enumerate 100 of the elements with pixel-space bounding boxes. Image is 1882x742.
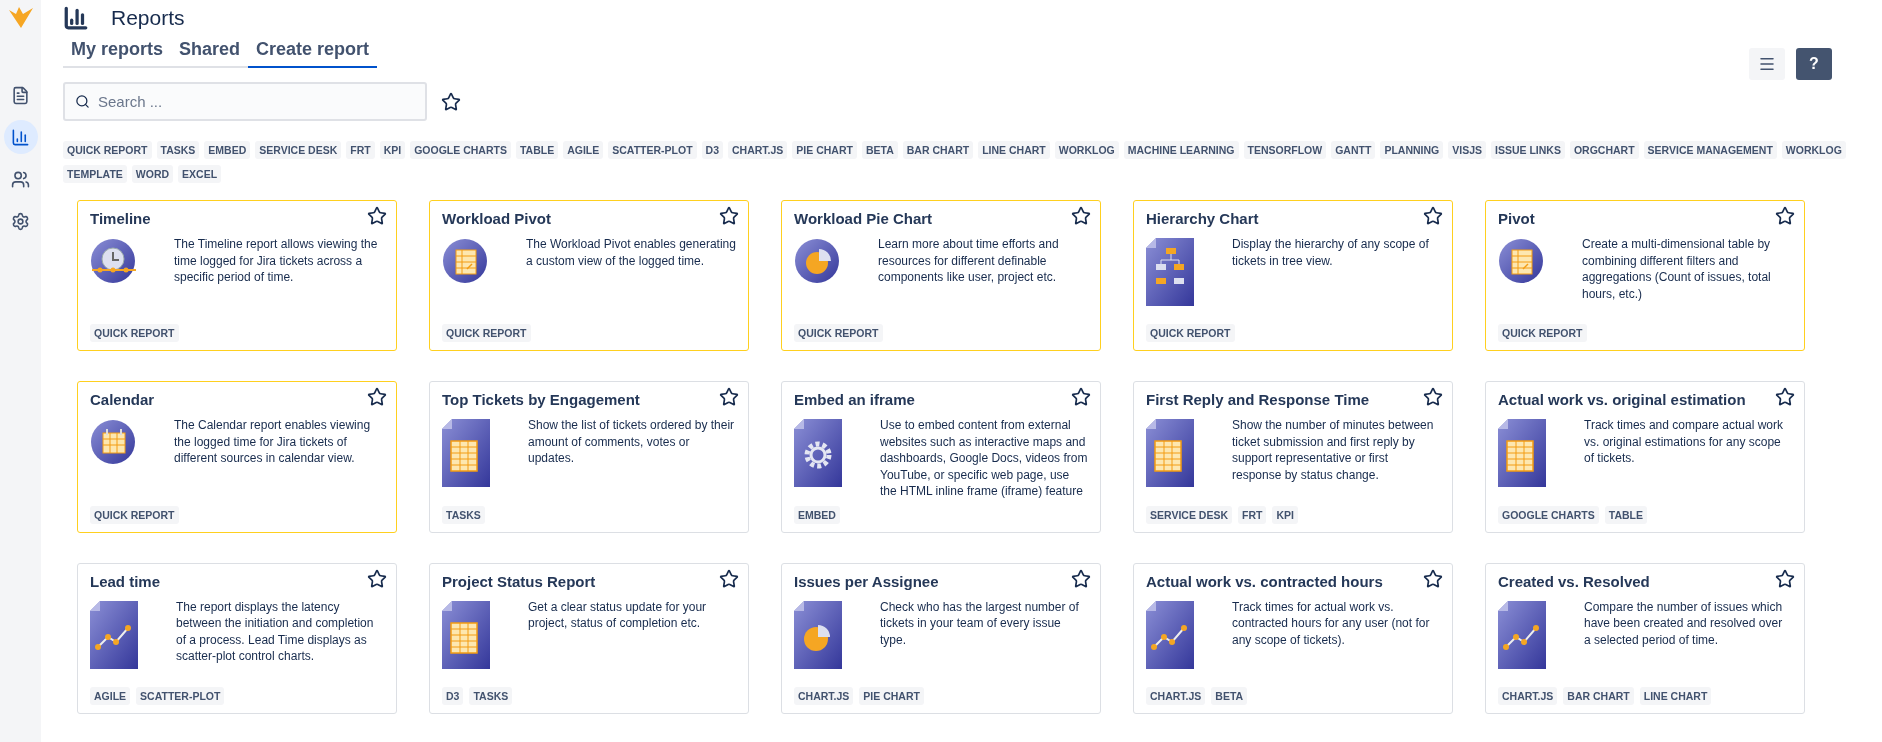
card-description: Create a multi-dimensional table by combining different filters and aggregations (Count of issues, total hours, etc.) — [1581, 236, 1772, 302]
card-description: Track times for actual work vs. contracted hours for any user (not for any scope of tickets). — [1231, 598, 1431, 649]
report-card[interactable]: Timeline The Timeline report allows viewing the time logged for Jira tickets across a specific period of time. QUICK REPORT — [77, 200, 397, 351]
filter-tag[interactable]: WORD — [131, 165, 174, 183]
star-icon[interactable] — [719, 387, 739, 407]
filter-tag[interactable]: GANTT — [1331, 141, 1376, 159]
card-title: Calendar — [90, 391, 155, 409]
card-tag: CHART.JS — [1498, 686, 1558, 705]
report-card[interactable]: First Reply and Response Time Show the number of minutes between ticket submission and first reply by support representative or first response by status change. SERVICE DESK FRT KPI — [1133, 381, 1453, 533]
report-card[interactable] — [781, 381, 1101, 533]
search-icon — [75, 94, 90, 109]
search-field[interactable]: Search ... — [63, 82, 427, 121]
star-icon[interactable] — [1775, 387, 1795, 407]
filter-tag[interactable]: VISJS — [1448, 141, 1486, 159]
piedoc-report-icon — [794, 600, 842, 669]
hierarchy-report-icon — [1146, 238, 1194, 306]
report-card[interactable]: Workload Pie Chart Learn more about time efforts and resources for different definable components like user, project etc. QUICK REPORT — [781, 200, 1101, 351]
filter-tag[interactable]: BETA — [861, 141, 898, 159]
filter-tag[interactable]: EXCEL — [178, 165, 222, 183]
card-description: Compare the number of issues which have been created and resolved over a selected period of time. — [1583, 598, 1784, 649]
report-card[interactable]: Actual work vs. original estimation Track times and compare actual work vs. original estimations for any scope of tickets. GOOGLE CHARTS TABLE — [1485, 381, 1805, 533]
filter-tag[interactable]: WORKLOG — [1054, 141, 1119, 159]
menu-button[interactable] — [1749, 48, 1785, 80]
report-card[interactable]: Calendar The Calendar report enables viewing the logged time for Jira tickets of different sources in calendar view. QUICK REPORT — [77, 381, 397, 533]
filter-tag[interactable]: AGILE — [563, 141, 604, 159]
filter-tag[interactable]: BAR CHART — [902, 141, 974, 159]
star-icon[interactable] — [1071, 387, 1091, 407]
filter-tag[interactable]: TASKS — [156, 141, 200, 159]
report-card[interactable]: Actual work vs. contracted hours Track times for actual work vs. contracted hours for any user (not for any scope of tickets). CHART.JS BETA — [1133, 562, 1453, 714]
card-title: Actual work vs. original estimation — [1498, 391, 1746, 409]
star-icon[interactable] — [1423, 387, 1443, 407]
star-icon[interactable] — [1775, 206, 1795, 226]
card-tag: QUICK REPORT — [90, 324, 179, 342]
report-card[interactable]: Pivot Create a multi-dimensional table by combining different filters and aggregations (Count of issues, total hours, etc.) QUICK REPORT — [1485, 200, 1805, 351]
pie-report-icon — [794, 238, 840, 284]
filter-tag[interactable]: SERVICE DESK — [255, 141, 342, 159]
filter-tag[interactable]: PLANNING — [1380, 141, 1444, 159]
card-description: The Workload Pivot enables generating a custom view of the logged time. — [525, 236, 736, 270]
card-description: Track times and compare actual work vs. original estimations for any scope of tickets. — [1583, 417, 1784, 467]
favorites-star-icon[interactable] — [441, 91, 461, 112]
filter-tag[interactable]: KPI — [379, 141, 406, 159]
report-card[interactable]: Lead time The report displays the latency between the initiation and completion of a process. Lead Time displays as scatter-plot control charts. AGILE SCATTER-PLOT — [77, 562, 397, 714]
page-title: Reports — [111, 6, 185, 30]
star-icon[interactable] — [1071, 568, 1091, 589]
report-card[interactable]: Hierarchy Chart Display the hierarchy of any scope of tickets in tree view. QUICK REPORT — [1133, 200, 1453, 351]
table-report-icon — [442, 600, 490, 669]
report-card[interactable]: Project Status Report Get a clear status update for your project, status of completion etc. D3 TASKS — [429, 562, 749, 714]
filter-tag[interactable]: D3 — [701, 141, 723, 159]
filter-tag[interactable]: WORKLOG — [1781, 141, 1846, 159]
report-card[interactable]: Workload Pivot The Workload Pivot enables generating a custom view of the logged time. QUICK REPORT — [429, 200, 749, 351]
filter-tag[interactable]: ISSUE LINKS — [1491, 141, 1565, 159]
card-tag: SERVICE DESK — [1146, 505, 1232, 524]
table-report-icon — [1146, 419, 1194, 487]
tab[interactable]: Create report — [248, 32, 378, 68]
sidebar-chart-icon[interactable] — [3, 120, 38, 154]
star-icon[interactable] — [1071, 206, 1091, 226]
filter-tag[interactable]: PIE CHART — [792, 141, 857, 159]
help-button[interactable]: ? — [1796, 48, 1832, 80]
filter-tag[interactable]: TEMPLATE — [63, 165, 127, 183]
report-card[interactable]: Top Tickets by Engagement Show the list of tickets ordered by their amount of comments, votes or updates. TASKS — [429, 381, 749, 533]
star-icon[interactable] — [719, 568, 739, 589]
filter-tag[interactable]: GOOGLE CHARTS — [410, 141, 511, 159]
gear-report-icon — [794, 419, 842, 487]
star-icon[interactable] — [367, 568, 387, 589]
filter-tag[interactable]: EMBED — [204, 141, 251, 159]
card-tag: GOOGLE CHARTS — [1498, 505, 1599, 524]
clock-report-icon — [90, 238, 136, 284]
card-tag: FRT — [1238, 505, 1267, 524]
filter-tag[interactable]: ORGCHART — [1569, 141, 1639, 159]
reports-chart-icon — [63, 5, 89, 31]
card-tag: KPI — [1272, 505, 1298, 524]
card-title: Lead time — [90, 572, 161, 591]
filter-tag[interactable]: QUICK REPORT — [63, 141, 152, 159]
card-tag: BETA — [1211, 686, 1248, 705]
star-icon[interactable] — [367, 387, 387, 407]
filter-tag[interactable]: SCATTER-PLOT — [608, 141, 697, 159]
filter-tag[interactable]: TABLE — [515, 141, 559, 159]
star-icon[interactable] — [1423, 568, 1443, 589]
filter-tag[interactable]: SERVICE MANAGEMENT — [1643, 141, 1777, 159]
card-description: The Timeline report allows viewing the time logged for Jira tickets across a specific period of time. — [173, 236, 379, 286]
star-icon[interactable] — [367, 206, 387, 226]
pivot-report-icon — [1498, 238, 1544, 284]
filter-tag[interactable]: TENSORFLOW — [1243, 141, 1327, 159]
card-title: First Reply and Response Time — [1146, 391, 1370, 409]
star-icon[interactable] — [1775, 568, 1795, 589]
report-card[interactable]: Issues per Assignee Check who has the largest number of tickets in your team of every issue type. CHART.JS PIE CHART — [781, 562, 1101, 714]
card-tag: TASKS — [469, 686, 513, 705]
star-icon[interactable] — [719, 206, 739, 226]
tab[interactable]: Shared — [171, 32, 249, 68]
card-description: Use to embed content from external websites such as interactive maps and dashboards, Google Docs, videos from YouTube, or specific web page, use the HTML inline frame (iframe) feature — [879, 417, 1088, 500]
report-card[interactable]: Created vs. Resolved Compare the number of issues which have been created and resolved over a selected period of time. CHART.JS BAR CHART LINE CHART — [1485, 562, 1805, 714]
menu-icon — [1758, 55, 1776, 73]
pivot-report-icon — [442, 238, 488, 284]
filter-tag[interactable]: MACHINE LEARNING — [1123, 141, 1239, 159]
star-icon[interactable] — [1423, 206, 1443, 226]
filter-tag[interactable]: FRT — [346, 141, 375, 159]
card-tag: EMBED — [794, 505, 840, 524]
filter-tag[interactable]: LINE CHART — [978, 141, 1050, 159]
filter-tag[interactable]: CHART.JS — [728, 141, 788, 159]
tab[interactable]: My reports — [63, 32, 172, 68]
